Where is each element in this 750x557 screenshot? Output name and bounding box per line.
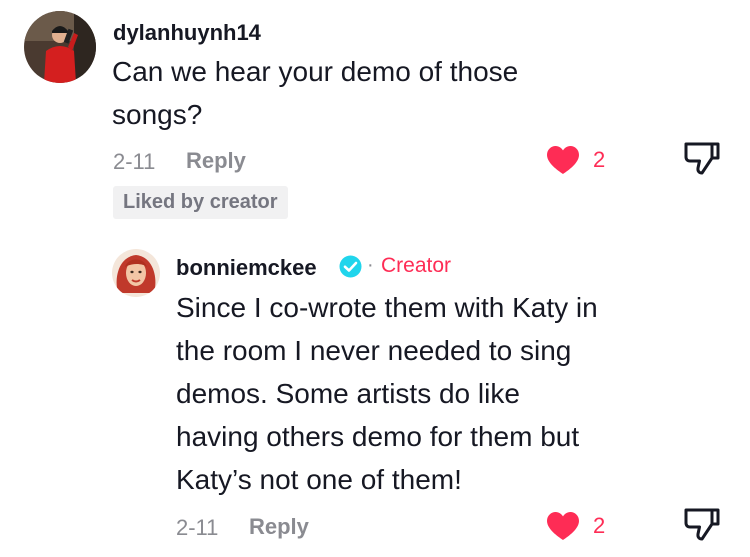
reply-button[interactable]: Reply [186,148,246,174]
separator-dot: · [367,254,374,276]
comment-text-line: Since I co-wrote them with Katy in [176,292,598,323]
dislike-button[interactable] [682,140,722,176]
avatar[interactable] [24,11,96,83]
comment-text-line: the room I never needed to sing [176,335,572,366]
comment-username[interactable]: dylanhuynh14 [113,20,261,46]
comment-text: Can we hear your demo of those songs? [112,50,672,136]
heart-icon [545,511,581,541]
thumbs-down-icon [682,142,722,180]
verified-badge-icon [339,255,362,278]
comment-text: Since I co-wrote them with Katy in the r… [176,286,696,501]
comment-text-line: songs? [112,99,203,130]
comment-date: 2-11 [113,149,156,174]
thumbs-down-icon [682,508,722,546]
reply-button[interactable]: Reply [249,514,309,540]
comment-text-line: Katy’s not one of them! [176,464,462,495]
creator-label: Creator [381,254,452,277]
comment-text-line: demos. Some artists do like [176,378,520,409]
comment-text-line: Can we hear your demo of those [112,56,519,87]
avatar[interactable] [112,249,160,297]
like-count: 2 [593,147,606,172]
comment-username[interactable]: bonniemckee [176,255,317,281]
dislike-button[interactable] [682,506,722,542]
comment-date: 2-11 [176,515,219,540]
like-button[interactable]: 2 [545,511,625,541]
heart-icon [545,145,581,175]
comment-text-line: having others demo for them but [176,421,580,452]
liked-by-creator-badge: Liked by creator [113,186,288,219]
like-count: 2 [593,513,606,538]
like-button[interactable]: 2 [545,145,625,175]
